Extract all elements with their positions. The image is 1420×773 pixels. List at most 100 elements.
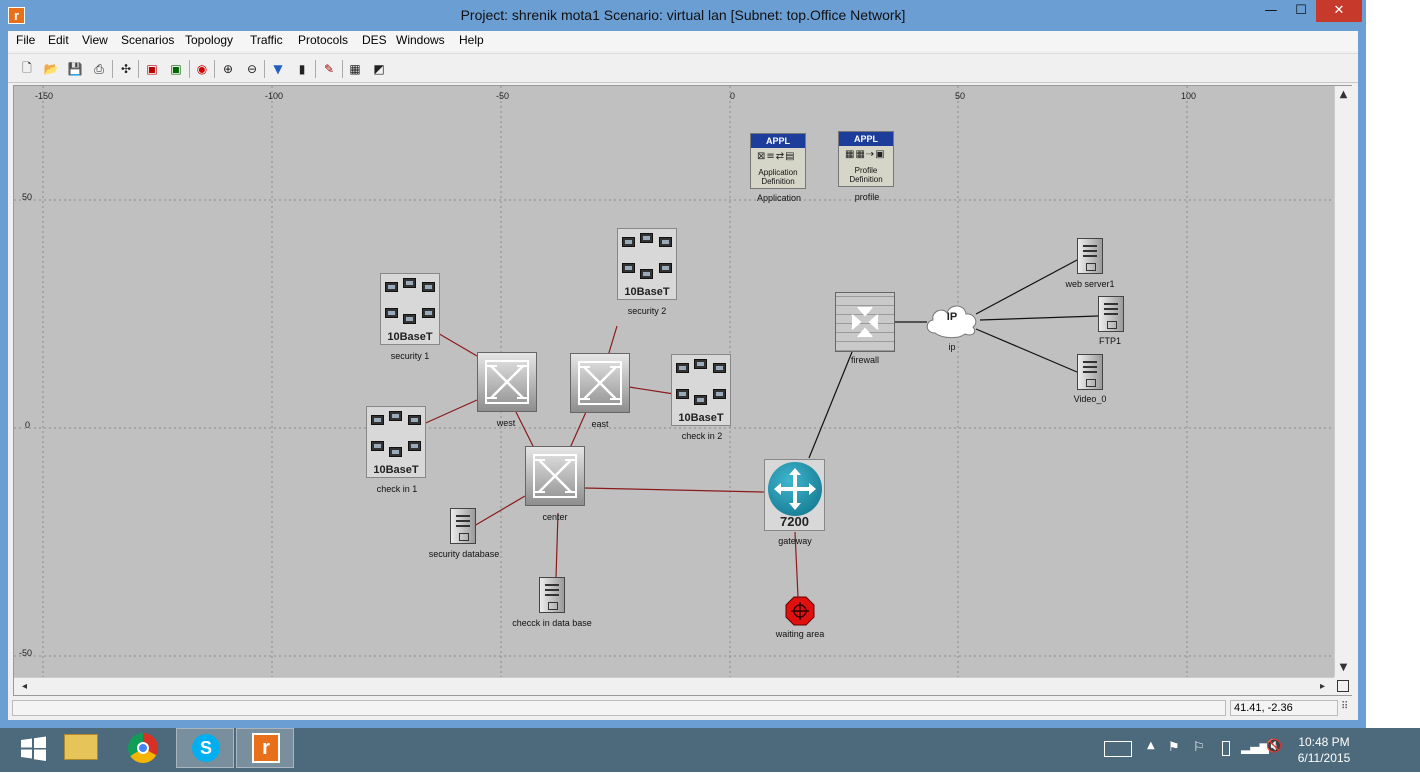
clock[interactable]: 10:48 PM 6/11/2015 (1292, 734, 1356, 766)
ip-cloud-text: IP (946, 311, 958, 323)
link-center-checkindb (555, 512, 559, 579)
link-ip-ftp (979, 315, 1099, 321)
y-tick-label: 0 (25, 420, 31, 430)
node-label-checkin1: check in 1 (376, 484, 418, 494)
menu-traffic[interactable]: Traffic (250, 33, 283, 47)
hub-checkin1-node[interactable]: 10BaseT (366, 406, 426, 478)
hub-icon: 10BaseT (366, 406, 426, 478)
network-canvas[interactable]: -150 -100 -50 0 50 100 50 0 -50 APPL ⊠≡⇄… (14, 86, 1334, 677)
flag-icon[interactable]: ⚐ (1193, 740, 1205, 755)
menu-file[interactable]: File (16, 33, 35, 47)
switch-west-node[interactable] (477, 352, 537, 412)
node-label-profile: profile (854, 192, 880, 202)
menu-help[interactable]: Help (459, 33, 484, 47)
action-center-icon[interactable]: ⚑ (1168, 740, 1180, 755)
save-icon[interactable]: 💾 (65, 59, 85, 79)
close-button[interactable]: ✕ (1316, 0, 1362, 22)
toolbar-separator (214, 60, 215, 78)
hide-graphs-icon[interactable]: ▦ (345, 59, 365, 79)
menu-scenarios[interactable]: Scenarios (121, 33, 174, 47)
graph-icon[interactable]: ◩ (369, 59, 389, 79)
profile-definition-icon: APPL ▦▦⇢▣ Profile Definition (838, 131, 894, 187)
node-label-security-db: security database (428, 549, 500, 559)
menu-edit[interactable]: Edit (48, 33, 69, 47)
waiting-area-node[interactable] (785, 596, 815, 631)
skype-icon[interactable]: S (176, 728, 234, 768)
menu-des[interactable]: DES (362, 33, 387, 47)
menu-topology[interactable]: Topology (185, 33, 233, 47)
pc-icon (694, 395, 707, 405)
menu-windows[interactable]: Windows (396, 33, 445, 47)
pc-icon (640, 233, 653, 243)
title-bar[interactable]: r Project: shrenik mota1 Scenario: virtu… (0, 0, 1366, 31)
pc-icon (659, 263, 672, 273)
riverbed-modeler-icon[interactable]: r (236, 728, 294, 768)
clock-time: 10:48 PM (1298, 735, 1350, 749)
pc-icon (622, 263, 635, 273)
scroll-right-icon[interactable]: ▸ (1314, 678, 1331, 695)
link-center-gateway (583, 487, 765, 493)
profile-definition-node[interactable]: APPL ▦▦⇢▣ Profile Definition (838, 131, 894, 187)
router-gateway-node[interactable]: 7200 (764, 459, 825, 531)
new-icon[interactable]: 🗋 (17, 59, 37, 79)
ip-cloud-node[interactable]: IP (923, 299, 981, 344)
server-video-node[interactable] (1077, 354, 1103, 390)
toolbar-separator (315, 60, 316, 78)
maximize-button[interactable]: ☐ (1286, 0, 1316, 22)
profile-subtitle-line1: Profile (854, 166, 878, 175)
application-definition-node[interactable]: APPL ⊠≡⇄▤ Application Definition (750, 133, 806, 189)
chrome-icon[interactable] (114, 728, 172, 768)
switch-east-node[interactable] (570, 353, 630, 413)
zoom-in-icon[interactable]: ⊕ (218, 59, 238, 79)
server-checkin-db-node[interactable] (539, 577, 565, 613)
server-security-db-node[interactable] (450, 508, 476, 544)
x-tick-label: 50 (955, 91, 966, 101)
touch-keyboard-icon[interactable] (1104, 741, 1132, 757)
hub-security1-node[interactable]: 10BaseT (380, 273, 440, 345)
menu-protocols[interactable]: Protocols (298, 33, 348, 47)
recover-node-icon[interactable]: ▣ (166, 59, 186, 79)
toolbar-separator (138, 60, 139, 78)
print-icon[interactable]: ⎙ (89, 59, 109, 79)
navigator-corner-icon[interactable] (1334, 677, 1352, 695)
volume-muted-icon[interactable]: 🔇 (1266, 739, 1282, 754)
pc-icon (403, 278, 416, 288)
scroll-up-icon[interactable]: ▲ (1335, 86, 1352, 103)
scroll-down-icon[interactable]: ▼ (1335, 659, 1352, 676)
show-hidden-icons-icon[interactable]: ▲ (1147, 740, 1155, 751)
node-label-gateway: gateway (778, 536, 812, 546)
menu-view[interactable]: View (82, 33, 108, 47)
switch-center-node[interactable] (525, 446, 585, 506)
resize-grip-icon[interactable]: ⠿ (1341, 701, 1355, 715)
firewall-node[interactable] (835, 292, 895, 352)
file-explorer-icon[interactable] (52, 728, 110, 768)
x-tick-label: 100 (1181, 91, 1197, 101)
server-web-node[interactable] (1077, 238, 1103, 274)
scroll-left-icon[interactable]: ◂ (16, 678, 33, 695)
battery-icon[interactable] (1222, 741, 1230, 756)
zoom-out-icon[interactable]: ⊖ (242, 59, 262, 79)
windows-taskbar: S r ▲ ⚑ ⚐ ▂▄▆ 🔇 10:48 PM 6/11/2015 (0, 728, 1420, 772)
minimize-button[interactable]: — (1256, 0, 1286, 22)
pc-icon (389, 447, 402, 457)
fail-node-icon[interactable]: ▣ (142, 59, 162, 79)
ace-icon[interactable]: ▼ (268, 59, 288, 79)
view-results-icon[interactable]: ✎ (319, 59, 339, 79)
link-gateway-firewall (808, 351, 853, 459)
open-palette-icon[interactable]: ✣ (116, 59, 136, 79)
hub-checkin2-node[interactable]: 10BaseT (671, 354, 731, 426)
hub-security2-node[interactable]: 10BaseT (617, 228, 677, 300)
pc-icon (713, 389, 726, 399)
node-label-east: east (591, 419, 609, 429)
server-ftp-node[interactable] (1098, 296, 1124, 332)
horizontal-scrollbar[interactable]: ◂ ▸ (14, 677, 1334, 695)
toolbar-separator (112, 60, 113, 78)
return-parent-icon[interactable]: ◉ (192, 59, 212, 79)
open-icon[interactable]: 📂 (41, 59, 61, 79)
pc-icon (422, 308, 435, 318)
pc-icon (659, 237, 672, 247)
vertical-scrollbar[interactable]: ▲ ▼ (1334, 86, 1352, 677)
network-signal-icon[interactable]: ▂▄▆ (1241, 740, 1269, 754)
node-label-video: Video_0 (1073, 394, 1107, 404)
run-simulation-icon[interactable]: ▮ (292, 59, 312, 79)
